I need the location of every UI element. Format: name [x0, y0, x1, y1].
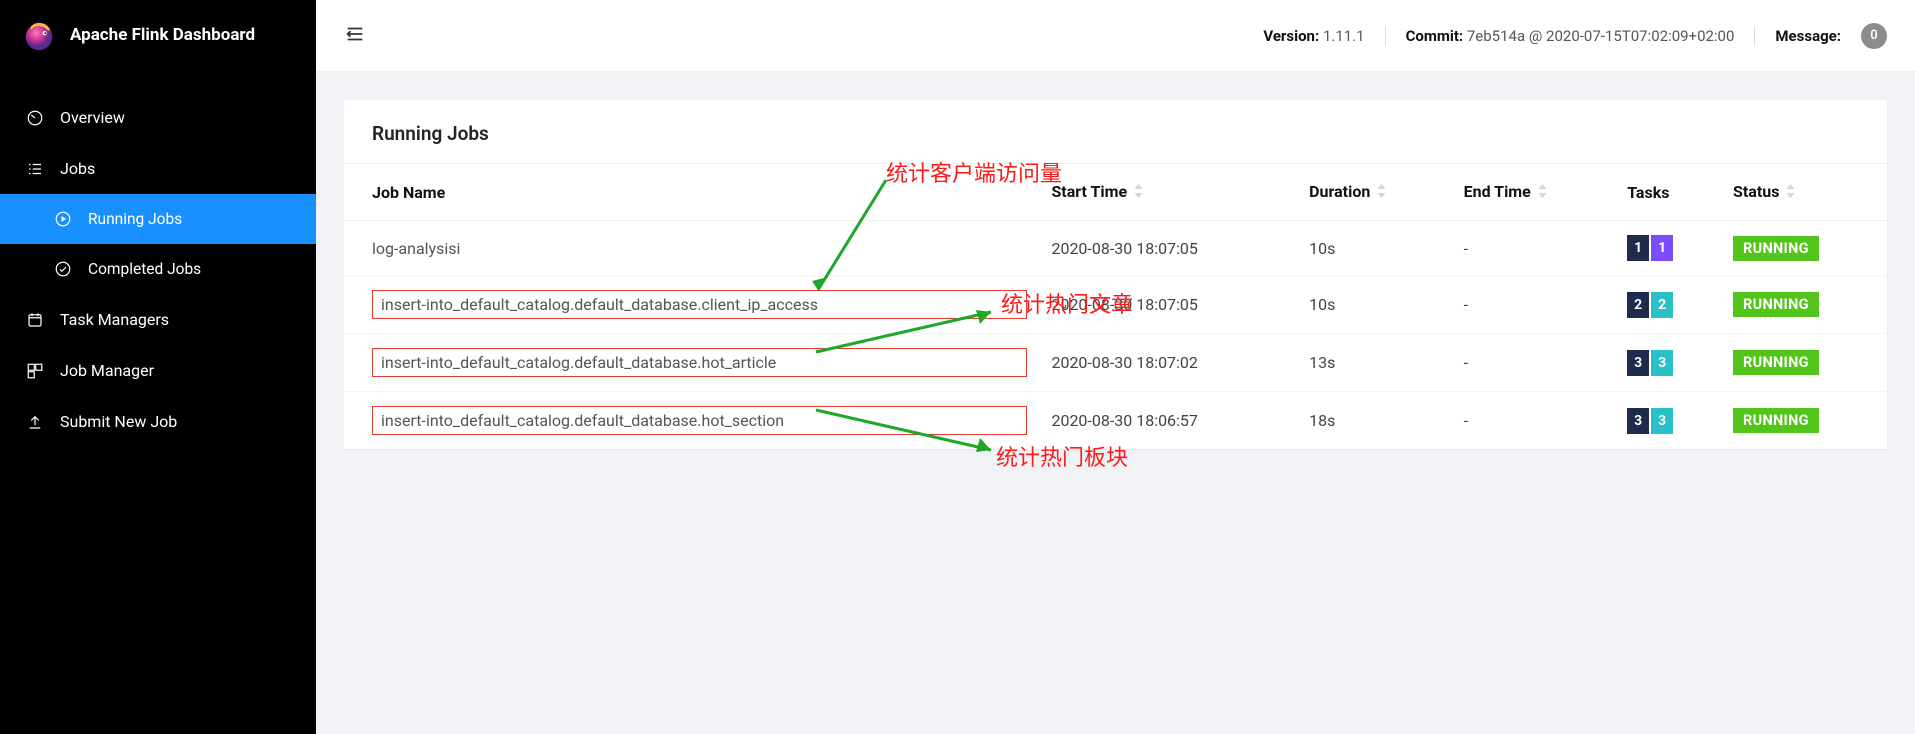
build-icon [26, 362, 44, 380]
chevron-up-icon [276, 159, 290, 178]
topbar: Version: 1.11.1 Commit: 7eb514a @ 2020-0… [316, 0, 1915, 72]
col-status[interactable]: Status [1721, 164, 1887, 221]
cell-end-time: - [1452, 221, 1616, 276]
annotation-hot-article: 统计热门文章 [1001, 287, 1133, 319]
commit-info: Commit: 7eb514a @ 2020-07-15T07:02:09+02… [1406, 27, 1735, 45]
message-info: Message: [1775, 27, 1841, 45]
sidebar-item-job-manager[interactable]: Job Manager [0, 345, 316, 396]
arrow-icon [806, 402, 1006, 466]
sort-icon [1133, 183, 1144, 202]
cell-status: RUNNING [1721, 276, 1887, 334]
cell-duration: 10s [1297, 276, 1451, 334]
sort-icon [1537, 183, 1548, 202]
upload-icon [26, 413, 44, 431]
cell-status: RUNNING [1721, 221, 1887, 276]
cell-tasks: 33 [1615, 392, 1721, 450]
cell-status: RUNNING [1721, 334, 1887, 392]
sidebar-item-completed-jobs[interactable]: Completed Jobs [0, 244, 316, 294]
divider [1754, 26, 1755, 46]
cell-duration: 10s [1297, 221, 1451, 276]
sidebar-item-label: Submit New Job [60, 412, 177, 431]
sidebar-item-label: Task Managers [60, 310, 169, 329]
cell-start-time: 2020-08-30 18:07:05 [1039, 221, 1297, 276]
collapse-sidebar-icon[interactable] [344, 23, 366, 49]
play-circle-icon [54, 210, 72, 228]
check-circle-icon [54, 260, 72, 278]
arrow-icon [806, 172, 896, 306]
schedule-icon [26, 311, 44, 329]
card-title: Running Jobs [344, 100, 1887, 164]
cell-job-name: log-analysisi [344, 221, 1039, 276]
sidebar-item-label: Jobs [60, 159, 95, 178]
cell-tasks: 11 [1615, 221, 1721, 276]
running-jobs-card: Running Jobs Job Name Start Time Duratio… [344, 100, 1887, 449]
cell-end-time: - [1452, 334, 1616, 392]
sort-icon [1785, 183, 1796, 202]
annotation-client-ip: 统计客户端访问量 [886, 156, 1062, 188]
cell-start-time: 2020-08-30 18:07:02 [1039, 334, 1297, 392]
brand: Apache Flink Dashboard [0, 0, 316, 70]
sidebar-item-task-managers[interactable]: Task Managers [0, 294, 316, 345]
sidebar-item-label: Completed Jobs [88, 260, 201, 278]
bars-icon [26, 160, 44, 178]
sidebar-item-overview[interactable]: Overview [0, 92, 316, 143]
dashboard-icon [26, 109, 44, 127]
sidebar-item-label: Running Jobs [88, 210, 182, 228]
cell-duration: 18s [1297, 392, 1451, 450]
cell-duration: 13s [1297, 334, 1451, 392]
nav: Overview Jobs Running Jobs Completed Job… [0, 70, 316, 447]
table-row[interactable]: log-analysisi2020-08-30 18:07:0510s-11RU… [344, 221, 1887, 276]
col-tasks[interactable]: Tasks [1615, 164, 1721, 221]
sidebar-item-label: Overview [60, 108, 125, 127]
annotation-hot-section: 统计热门板块 [996, 440, 1128, 472]
cell-end-time: - [1452, 276, 1616, 334]
cell-end-time: - [1452, 392, 1616, 450]
cell-status: RUNNING [1721, 392, 1887, 450]
cell-tasks: 33 [1615, 334, 1721, 392]
table-row[interactable]: insert-into_default_catalog.default_data… [344, 334, 1887, 392]
sidebar-item-jobs[interactable]: Jobs [0, 143, 316, 194]
col-duration[interactable]: Duration [1297, 164, 1451, 221]
cell-tasks: 22 [1615, 276, 1721, 334]
version-info: Version: 1.11.1 [1263, 27, 1364, 45]
col-end-time[interactable]: End Time [1452, 164, 1616, 221]
sidebar-item-label: Job Manager [60, 361, 154, 380]
sidebar-item-running-jobs[interactable]: Running Jobs [0, 194, 316, 244]
flink-logo-icon [22, 18, 56, 52]
message-count-badge[interactable]: 0 [1861, 23, 1887, 49]
sort-icon [1376, 183, 1387, 202]
sidebar-item-submit-new-job[interactable]: Submit New Job [0, 396, 316, 447]
arrow-icon [806, 302, 1006, 366]
col-start-time[interactable]: Start Time [1039, 164, 1297, 221]
sidebar: Apache Flink Dashboard Overview Jobs Run… [0, 0, 316, 734]
brand-title: Apache Flink Dashboard [70, 25, 255, 45]
divider [1385, 26, 1386, 46]
main: Version: 1.11.1 Commit: 7eb514a @ 2020-0… [316, 0, 1915, 734]
